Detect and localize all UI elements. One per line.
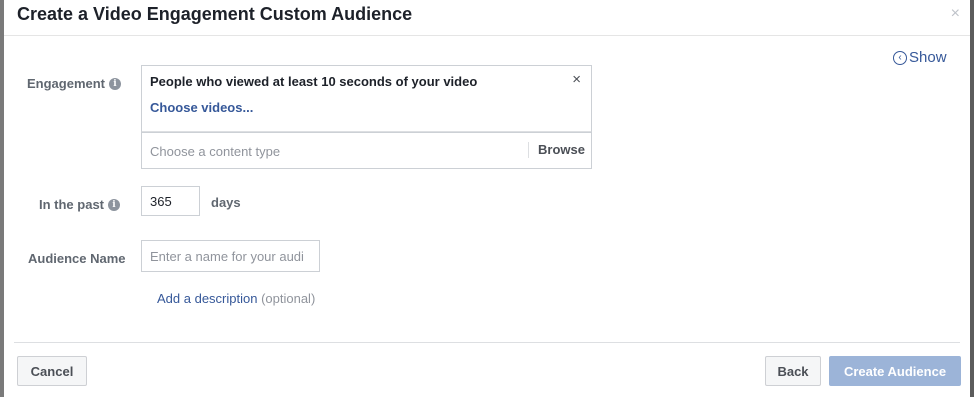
days-unit-label: days xyxy=(211,195,241,210)
dialog-title: Create a Video Engagement Custom Audienc… xyxy=(17,4,413,24)
custom-audience-dialog: Create a Video Engagement Custom Audienc… xyxy=(4,0,970,397)
days-input[interactable] xyxy=(141,186,200,216)
choose-videos-link[interactable]: Choose videos... xyxy=(150,100,253,115)
remove-engagement-icon[interactable]: × xyxy=(572,71,581,88)
create-audience-button[interactable]: Create Audience xyxy=(829,356,961,386)
chevron-left-circle-icon: ‹ xyxy=(893,50,907,65)
back-button[interactable]: Back xyxy=(765,356,821,386)
past-label-row: In the past i xyxy=(39,197,121,212)
show-button[interactable]: ‹ Show xyxy=(893,49,947,66)
show-label: Show xyxy=(909,49,947,66)
content-type-field[interactable]: Choose a content type Browse xyxy=(141,132,592,169)
engagement-label: Engagement xyxy=(27,76,106,91)
content-type-placeholder: Choose a content type xyxy=(150,144,281,159)
cancel-button[interactable]: Cancel xyxy=(17,356,87,386)
add-description-link[interactable]: Add a description xyxy=(157,291,257,306)
in-the-past-label: In the past xyxy=(39,197,105,212)
footer-divider xyxy=(14,342,960,343)
engagement-selected-title: People who viewed at least 10 seconds of… xyxy=(150,74,478,89)
audience-name-label: Audience Name xyxy=(28,251,126,266)
audience-name-input[interactable] xyxy=(141,240,320,272)
add-description-row: Add a description (optional) xyxy=(157,291,315,306)
window-edge xyxy=(970,0,974,397)
engagement-selection: People who viewed at least 10 seconds of… xyxy=(141,65,592,134)
dialog-header: Create a Video Engagement Custom Audienc… xyxy=(4,0,970,36)
info-icon[interactable]: i xyxy=(109,77,122,90)
divider xyxy=(528,142,529,158)
engagement-label-row: Engagement i xyxy=(27,76,122,91)
browse-button[interactable]: Browse xyxy=(538,142,585,157)
close-icon[interactable]: × xyxy=(951,5,960,23)
info-icon[interactable]: i xyxy=(108,198,121,211)
optional-label: (optional) xyxy=(261,291,316,306)
